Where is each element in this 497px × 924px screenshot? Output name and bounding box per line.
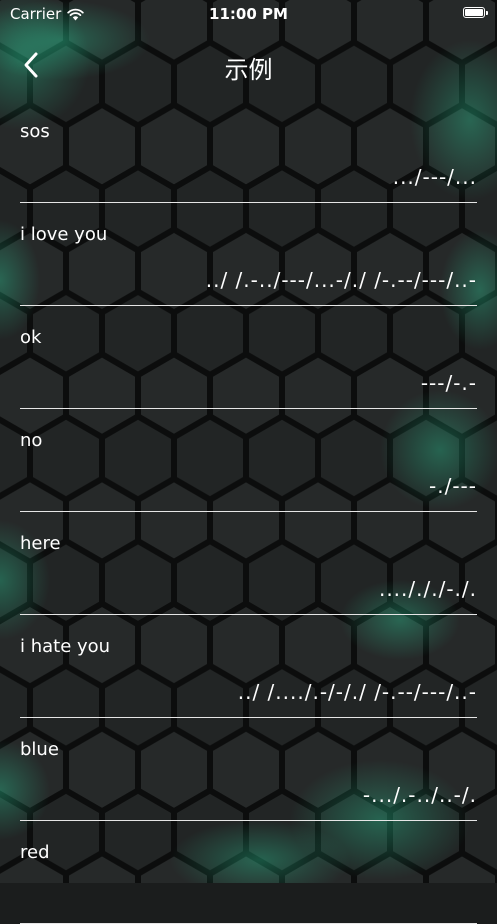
list-item[interactable]: sos .../---/... bbox=[20, 100, 477, 203]
battery-icon bbox=[463, 7, 488, 18]
item-word: ok bbox=[20, 327, 42, 348]
list-item[interactable]: here ..../././-./. bbox=[20, 512, 477, 615]
item-morse-code: -.../.-../..-/. bbox=[362, 783, 477, 807]
page-title: 示例 bbox=[224, 56, 273, 84]
item-morse-code: ---/-.- bbox=[420, 371, 477, 395]
status-time: 11:00 PM bbox=[209, 5, 288, 23]
item-morse-code: -./--- bbox=[429, 474, 477, 498]
item-word: blue bbox=[20, 739, 59, 760]
item-word: i love you bbox=[20, 224, 108, 245]
list-item[interactable]: i hate you ../ /..../.-/-/./ /-.--/---/.… bbox=[20, 615, 477, 718]
item-morse-code: .../---/... bbox=[392, 165, 477, 189]
navigation-bar: 示例 bbox=[0, 38, 497, 94]
examples-list: sos .../---/... i love you ../ /.-../---… bbox=[20, 100, 477, 924]
item-word: sos bbox=[20, 121, 50, 142]
item-morse-code: ../ /.-../---/...-/./ /-.--/---/..- bbox=[205, 268, 477, 292]
item-word: i hate you bbox=[20, 636, 111, 657]
item-word: here bbox=[20, 533, 61, 554]
list-item[interactable]: i love you ../ /.-../---/...-/./ /-.--/-… bbox=[20, 203, 477, 306]
item-word: no bbox=[20, 430, 43, 451]
list-item[interactable]: no -./--- bbox=[20, 409, 477, 512]
list-item[interactable]: red bbox=[20, 821, 477, 924]
list-item[interactable]: blue -.../.-../..-/. bbox=[20, 718, 477, 821]
item-word: red bbox=[20, 842, 50, 863]
item-morse-code: ../ /..../.-/-/./ /-.--/---/..- bbox=[237, 680, 477, 704]
list-item[interactable]: ok ---/-.- bbox=[20, 306, 477, 409]
item-morse-code: ..../././-./. bbox=[378, 577, 477, 601]
status-bar: Carrier 11:00 PM bbox=[0, 0, 497, 30]
